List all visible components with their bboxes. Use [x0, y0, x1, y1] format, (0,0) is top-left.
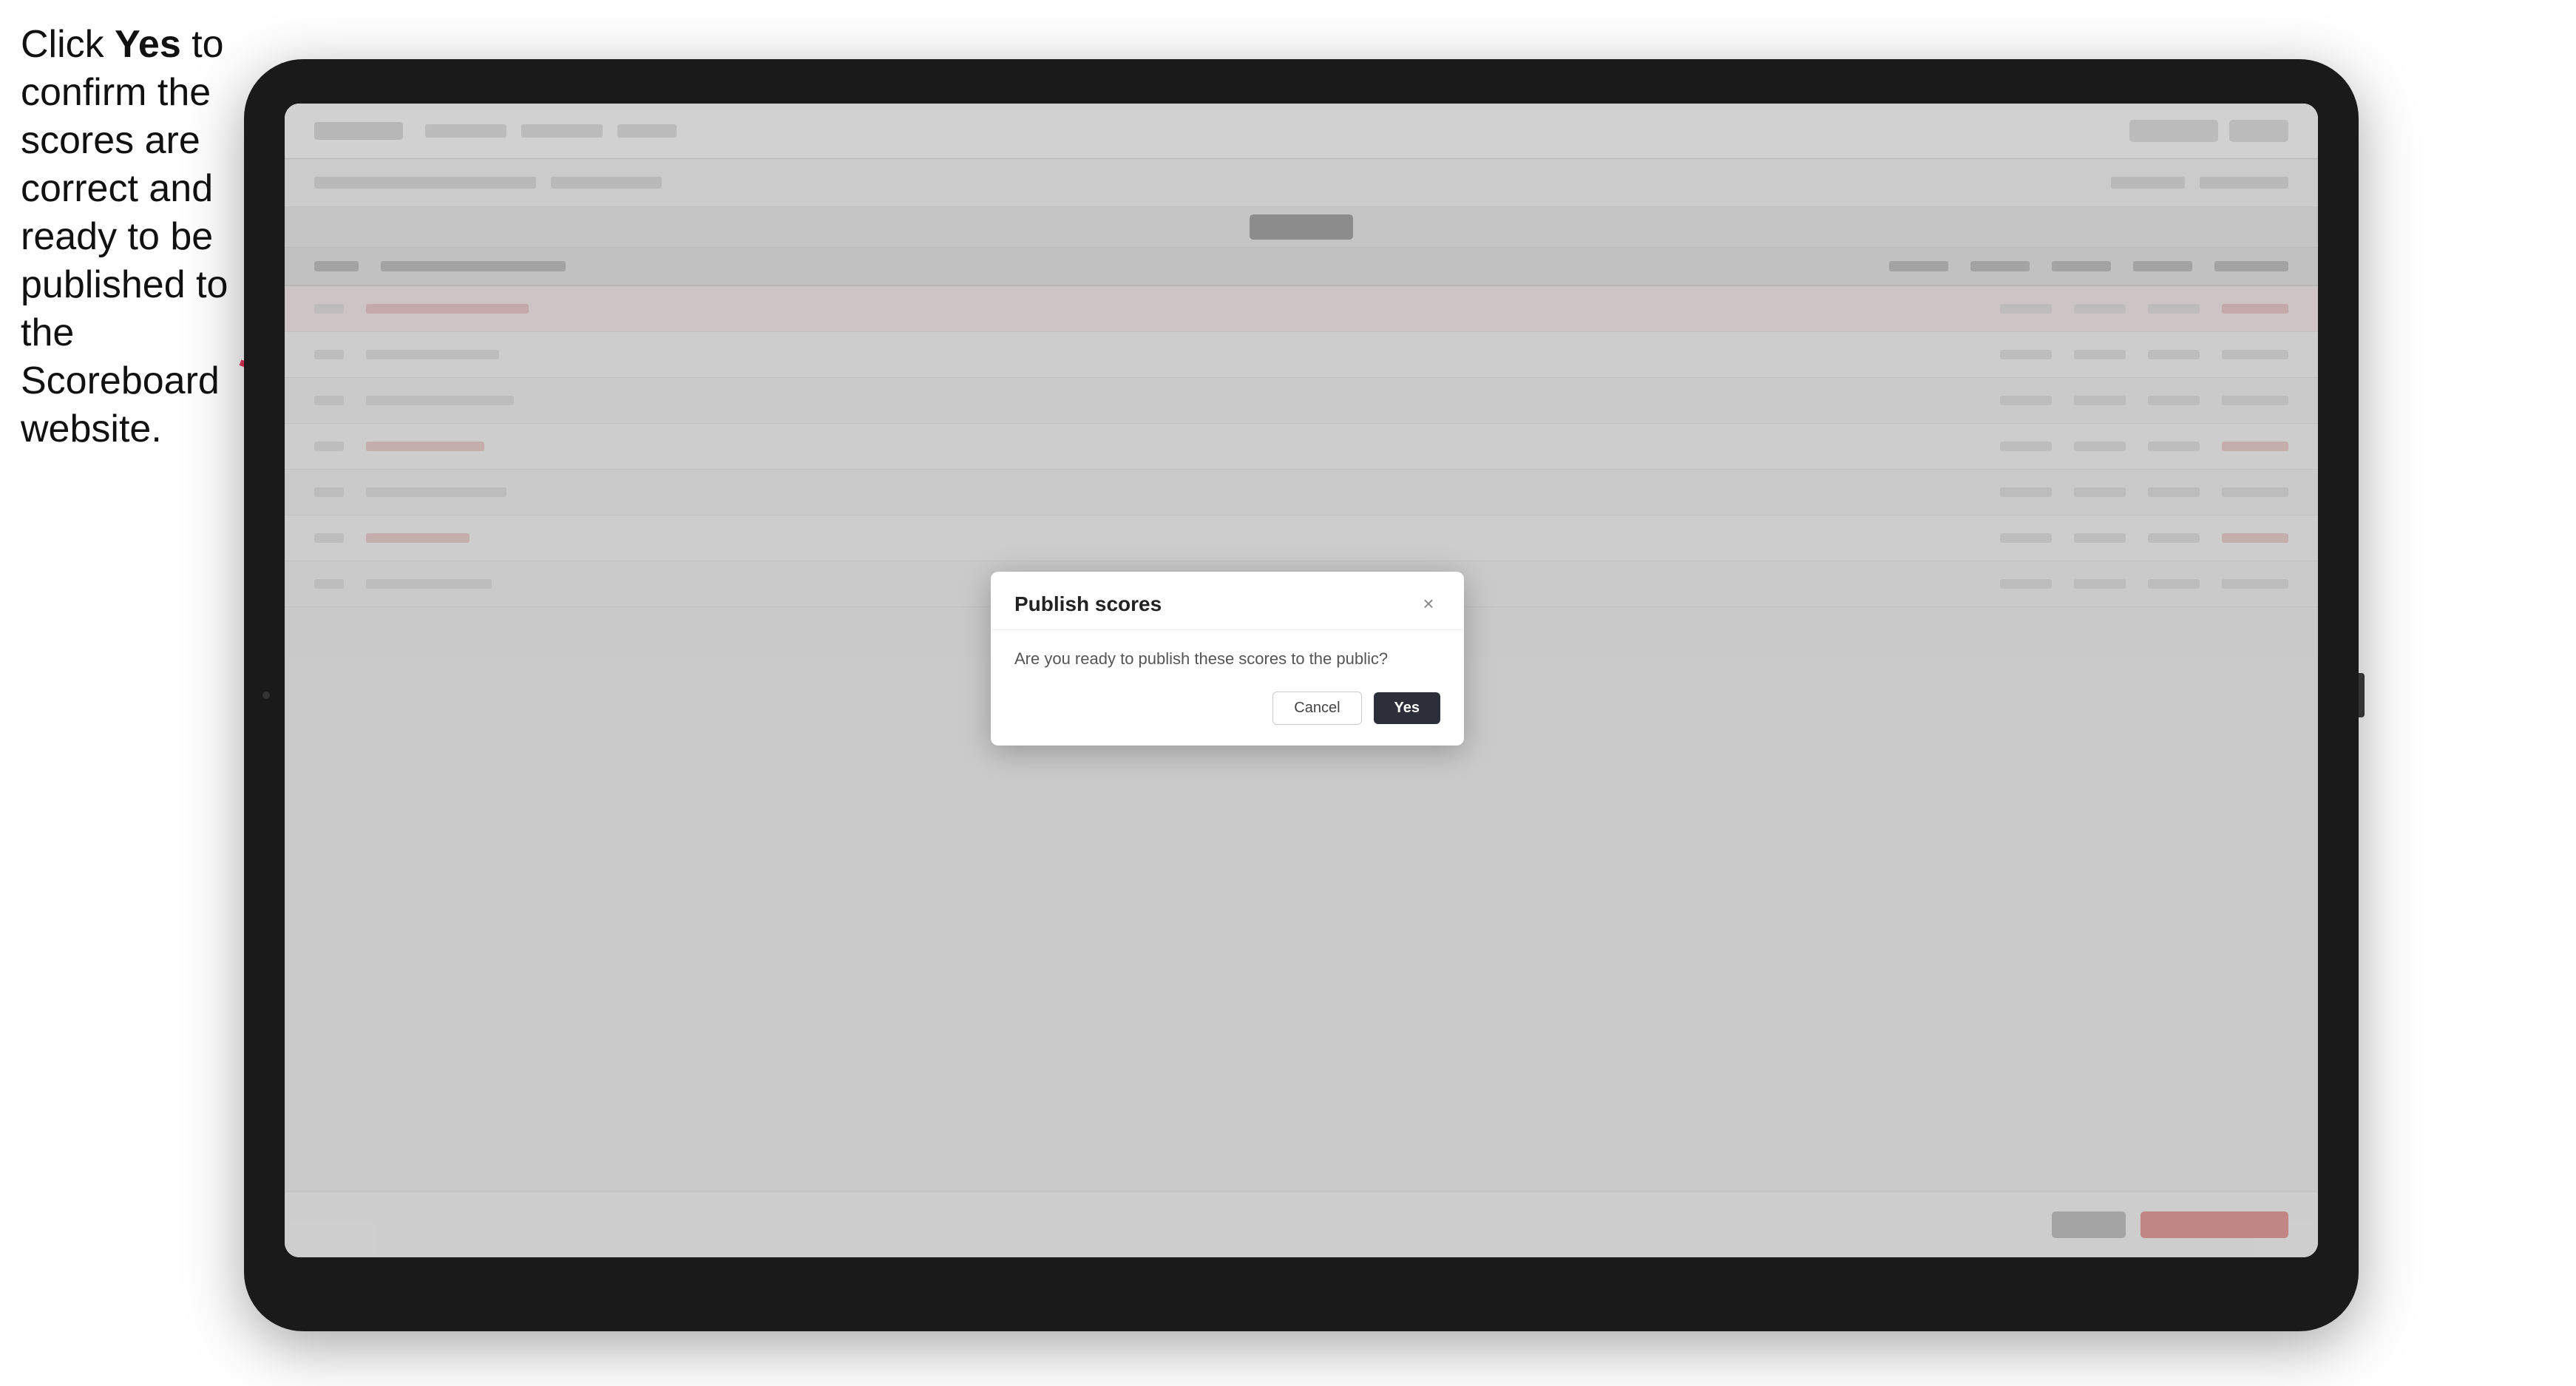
modal-close-button[interactable]: ×: [1417, 592, 1440, 616]
tablet-screen: Publish scores × Are you ready to publis…: [285, 104, 2318, 1257]
instruction-suffix: to confirm the scores are correct and re…: [21, 23, 228, 450]
modal-footer: Cancel Yes: [991, 692, 1464, 746]
modal-overlay: Publish scores × Are you ready to publis…: [285, 104, 2318, 1257]
cancel-button[interactable]: Cancel: [1272, 692, 1361, 725]
modal-title: Publish scores: [1014, 592, 1162, 616]
yes-button[interactable]: Yes: [1374, 692, 1440, 724]
tablet-camera: [262, 692, 270, 699]
publish-scores-dialog: Publish scores × Are you ready to publis…: [991, 572, 1464, 746]
modal-body: Are you ready to publish these scores to…: [991, 630, 1464, 692]
instruction-prefix: Click: [21, 23, 115, 66]
modal-message: Are you ready to publish these scores to…: [1014, 646, 1440, 671]
modal-header: Publish scores ×: [991, 572, 1464, 630]
instruction-text: Click Yes to confirm the scores are corr…: [21, 21, 235, 453]
tablet-side-button: [2359, 673, 2365, 717]
instruction-bold: Yes: [115, 23, 181, 66]
tablet-device: Publish scores × Are you ready to publis…: [244, 59, 2359, 1331]
